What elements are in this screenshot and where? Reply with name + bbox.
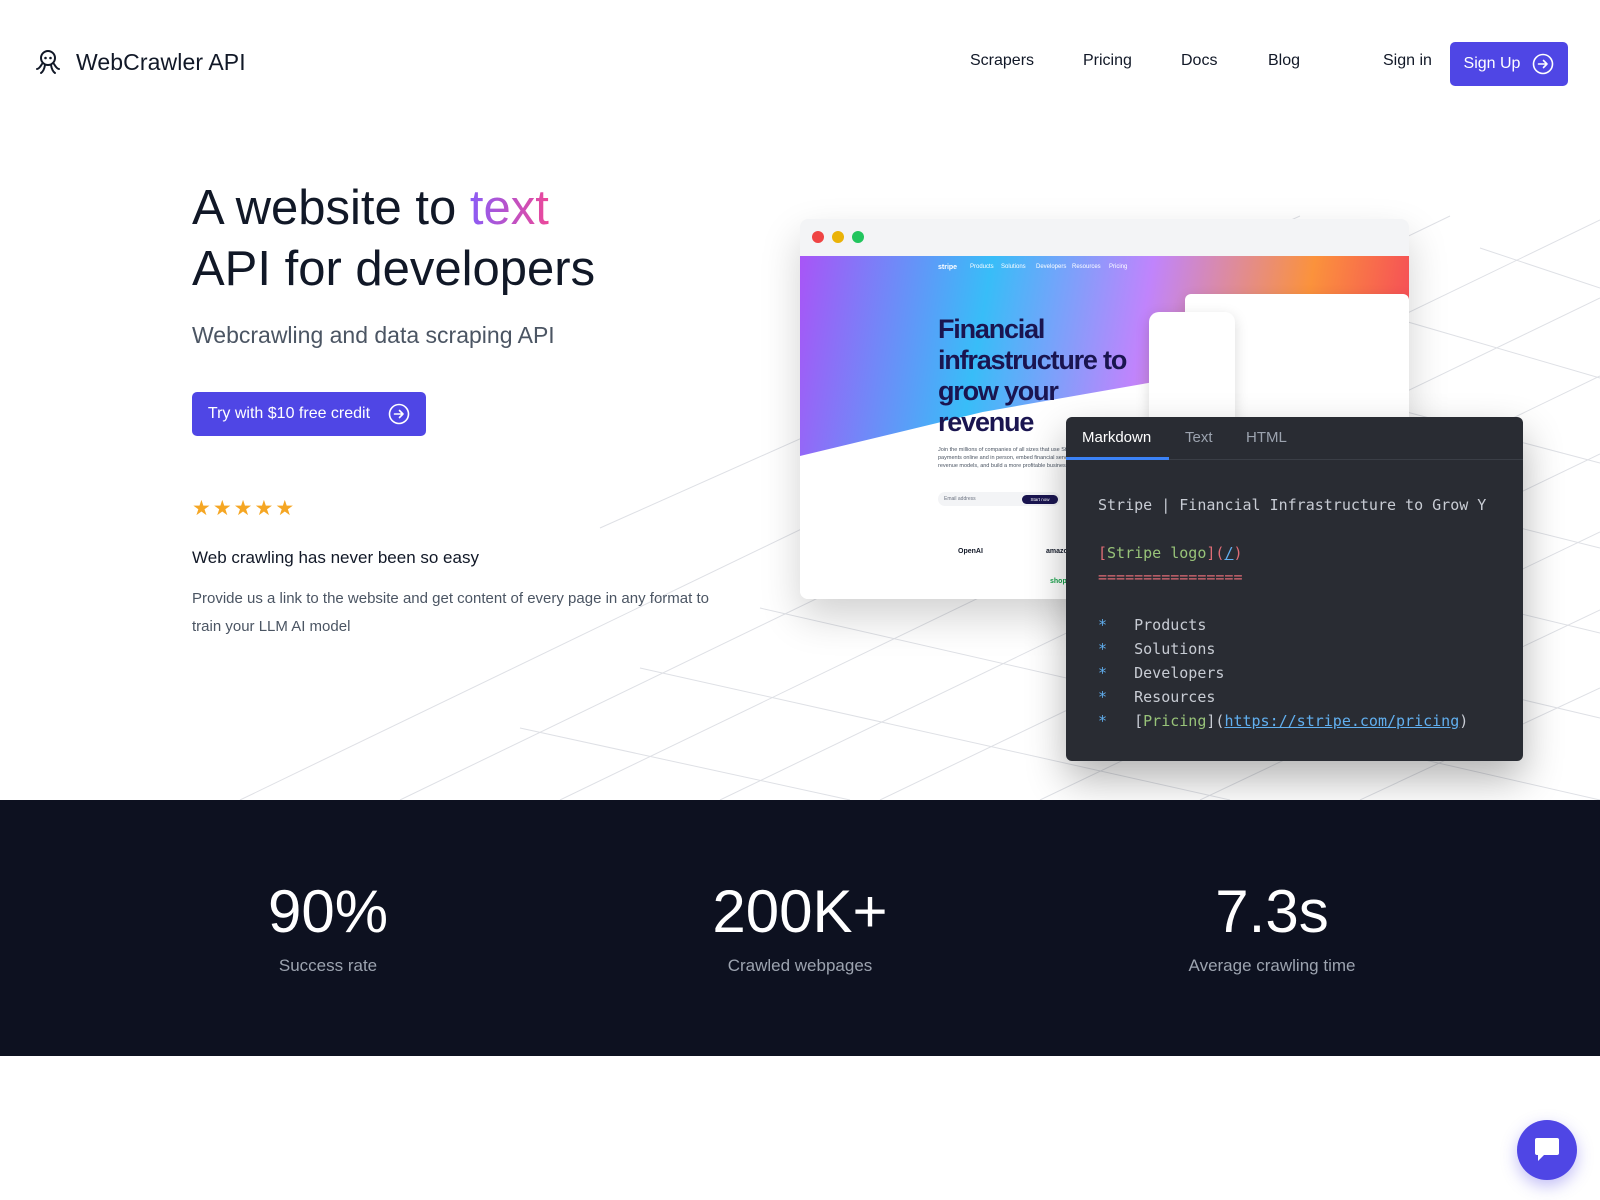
- brand-logo[interactable]: WebCrawler API: [34, 48, 246, 76]
- output-code-panel: Markdown Text HTML Stripe | Financial In…: [1066, 417, 1523, 761]
- star-icon: ★: [233, 497, 253, 520]
- code-list-item: Resources: [1134, 688, 1216, 706]
- code-list-item: Products: [1134, 616, 1207, 634]
- hero-title-part1: A website to: [192, 181, 470, 235]
- active-tab-indicator: [1066, 457, 1169, 460]
- star-icon: ★: [192, 497, 211, 520]
- site-logo: stripe: [938, 264, 958, 271]
- arrow-circle-right-icon: [1533, 53, 1554, 75]
- code-list-item: Developers: [1134, 664, 1225, 682]
- sign-up-label: Sign Up: [1463, 55, 1521, 72]
- rating-stars: ★ ★ ★ ★ ★: [192, 496, 294, 521]
- sign-in-link[interactable]: Sign in: [1383, 52, 1432, 70]
- stat-success-rate: 90% Success rate: [178, 880, 478, 976]
- window-maximize-dot: [852, 231, 864, 243]
- star-icon: ★: [254, 497, 274, 520]
- code-line-title: Stripe | Financial Infrastructure to Gro…: [1098, 496, 1487, 514]
- hero-title-part2: API for developers: [192, 242, 596, 296]
- stat-value: 200K+: [712, 878, 888, 945]
- nav-docs[interactable]: Docs: [1181, 52, 1217, 70]
- format-tabs: Markdown Text HTML: [1066, 417, 1523, 460]
- stat-value: 90%: [267, 878, 389, 945]
- brand-name: WebCrawler API: [76, 48, 246, 75]
- hero-description: Provide us a link to the website and get…: [192, 590, 709, 635]
- markdown-output: Stripe | Financial Infrastructure to Gro…: [1098, 496, 1487, 730]
- stat-label: Average crawling time: [1188, 956, 1356, 975]
- hero-tagline: Web crawling has never been so easy: [192, 548, 479, 567]
- sign-up-button[interactable]: Sign Up: [1450, 42, 1568, 86]
- hero-title: A website to text API for developers: [192, 178, 595, 300]
- site-header: WebCrawler API Scrapers Pricing Docs Blo…: [0, 0, 1600, 128]
- octopus-logo-icon: [36, 50, 60, 74]
- code-pricing-text: Pricing: [1143, 712, 1207, 730]
- arrow-circle-right-icon: [388, 403, 410, 425]
- stat-label: Success rate: [278, 956, 378, 975]
- site-logo-openai: OpenAI: [958, 548, 983, 555]
- star-icon: ★: [275, 497, 295, 520]
- cta-label: Try with $10 free credit: [207, 405, 371, 422]
- star-icon: ★: [212, 497, 232, 520]
- chat-widget-button[interactable]: [1517, 1120, 1577, 1180]
- site-nav-item: Products: [970, 264, 994, 270]
- code-list-item: Solutions: [1134, 640, 1216, 658]
- stats-section: 90% Success rate 200K+ Crawled webpages …: [0, 800, 1600, 1056]
- site-nav-item: Resources: [1072, 264, 1101, 270]
- code-logo-text: Stripe logo: [1107, 544, 1207, 562]
- site-nav-item: Solutions: [1001, 264, 1026, 270]
- hero-subtitle: Webcrawling and data scraping API: [192, 322, 555, 348]
- site-nav-item: Pricing: [1109, 264, 1128, 270]
- free-credit-cta-button[interactable]: Try with $10 free credit: [192, 392, 426, 436]
- hero-title-highlight: text: [469, 181, 549, 235]
- tab-text[interactable]: Text: [1185, 429, 1213, 446]
- nav-pricing[interactable]: Pricing: [1083, 52, 1132, 70]
- chat-bubble-icon: [1535, 1138, 1559, 1161]
- stat-label: Crawled webpages: [727, 956, 873, 975]
- tab-markdown[interactable]: Markdown: [1082, 429, 1151, 446]
- nav-blog[interactable]: Blog: [1268, 52, 1300, 70]
- code-pricing-link[interactable]: https://stripe.com/pricing: [1224, 712, 1459, 730]
- browser-titlebar: [800, 219, 1409, 256]
- stat-crawled-pages: 200K+ Crawled webpages: [650, 880, 950, 976]
- site-start-button: Start now: [1022, 495, 1058, 504]
- tab-html[interactable]: HTML: [1246, 429, 1287, 446]
- code-underline: ================: [1098, 568, 1243, 586]
- window-minimize-dot: [832, 231, 844, 243]
- nav-scrapers[interactable]: Scrapers: [970, 52, 1034, 70]
- window-close-dot: [812, 231, 824, 243]
- stat-value: 7.3s: [1215, 878, 1329, 945]
- site-nav-item: Developers: [1036, 264, 1067, 270]
- stat-crawl-time: 7.3s Average crawling time: [1122, 880, 1422, 976]
